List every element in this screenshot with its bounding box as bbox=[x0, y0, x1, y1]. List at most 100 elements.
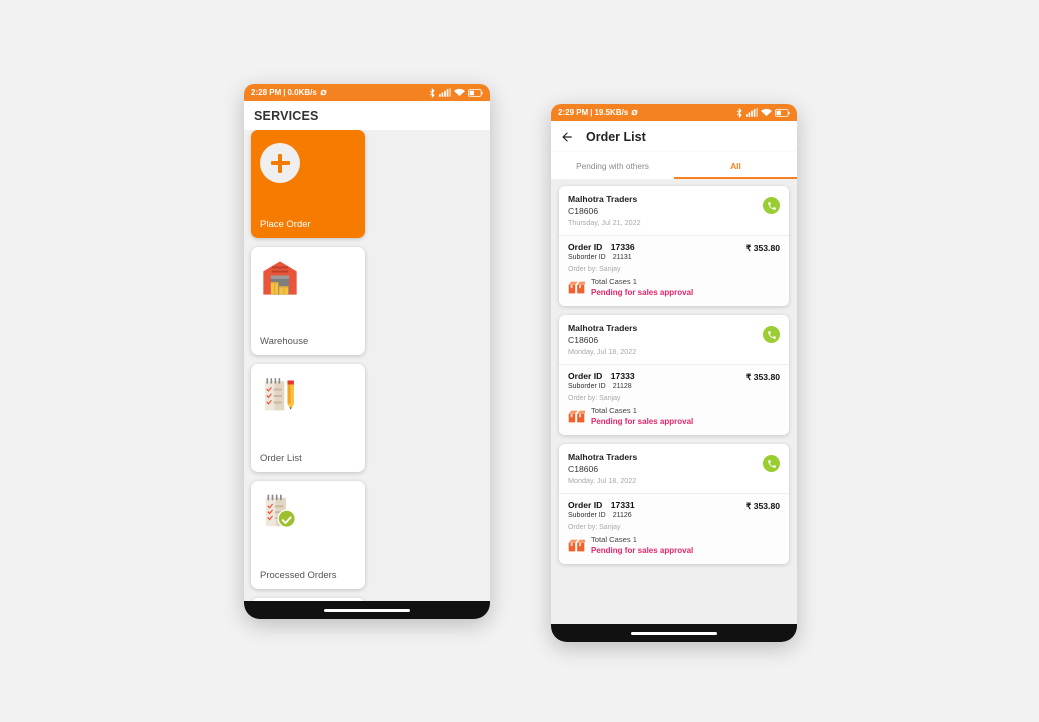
order-date: Monday, Jul 18, 2022 bbox=[568, 476, 637, 485]
order-card[interactable]: Malhotra Traders C18606 Thursday, Jul 21… bbox=[559, 186, 789, 306]
tile-label-warehouse: Warehouse bbox=[260, 335, 309, 347]
tab-label: Pending with others bbox=[576, 160, 649, 171]
order-id-line: Order ID 17331 bbox=[568, 500, 635, 510]
order-ids: Order ID 17336 Suborder ID 21131 bbox=[568, 242, 635, 261]
status-time: 2:29 PM bbox=[558, 108, 589, 117]
tile-processed-orders[interactable]: Processed Orders bbox=[251, 481, 365, 589]
bluetooth-icon bbox=[736, 107, 742, 118]
phone-call-icon[interactable] bbox=[763, 197, 780, 214]
phone-call-icon[interactable] bbox=[763, 455, 780, 472]
total-cases: Total Cases 1 bbox=[591, 277, 638, 286]
order-by-line: Order by: Sanjay bbox=[568, 266, 780, 273]
battery-icon bbox=[468, 88, 483, 97]
order-id-row: Order ID 17336 Suborder ID 21131 ₹ 353.8… bbox=[568, 242, 780, 261]
order-id-row: Order ID 17331 Suborder ID 21126 ₹ 353.8… bbox=[568, 500, 780, 519]
order-card[interactable]: Malhotra Traders C18606 Monday, Jul 18, … bbox=[559, 315, 789, 435]
order-by-value: Sanjay bbox=[599, 524, 621, 531]
customer-code: C18606 bbox=[568, 335, 599, 345]
cases-boxes-icon bbox=[568, 539, 585, 552]
customer-name: Malhotra Traders bbox=[568, 194, 638, 204]
phone-call-icon[interactable] bbox=[763, 326, 780, 343]
back-arrow-icon[interactable] bbox=[560, 130, 574, 144]
status-badge: Pending for sales approval bbox=[591, 546, 694, 555]
sync-icon bbox=[631, 109, 638, 116]
customer-code: C18606 bbox=[568, 464, 599, 474]
tab-all[interactable]: All bbox=[674, 152, 797, 179]
cases-status-row: Total Cases 1 Pending for sales approval bbox=[568, 406, 780, 427]
home-indicator[interactable] bbox=[631, 631, 717, 635]
phone-mockup-order-list: 2:29 PM | 19.5KB/s Order List Pending wi… bbox=[551, 104, 797, 642]
phone-call-glyph bbox=[767, 330, 776, 339]
customer-name: Malhotra Traders bbox=[568, 452, 638, 462]
order-ids: Order ID 17333 Suborder ID 21128 bbox=[568, 371, 635, 390]
order-id-row: Order ID 17333 Suborder ID 21128 ₹ 353.8… bbox=[568, 371, 780, 390]
customer-info: Malhotra Traders C18606 Thursday, Jul 21… bbox=[568, 193, 641, 228]
wifi-icon bbox=[761, 108, 772, 117]
navigation-bar-left bbox=[244, 601, 490, 619]
status-badge: Pending for sales approval bbox=[591, 288, 694, 297]
plus-circle-icon-wrap bbox=[260, 141, 356, 193]
total-cases: Total Cases 1 bbox=[591, 535, 638, 544]
phone-call-glyph bbox=[767, 201, 776, 210]
suborder-id-line: Suborder ID 21131 bbox=[568, 254, 635, 261]
navigation-bar-right bbox=[551, 624, 797, 642]
tile-order-list[interactable]: Order List bbox=[251, 364, 365, 472]
cases-boxes-icon bbox=[568, 281, 585, 294]
status-bar-right-icons bbox=[736, 107, 790, 118]
tile-pending-for-my-approval[interactable]: Pending For My Approval bbox=[251, 598, 365, 601]
suborder-id-value: 21131 bbox=[612, 254, 632, 261]
order-ids: Order ID 17331 Suborder ID 21126 bbox=[568, 500, 635, 519]
order-by-label: Order by: bbox=[568, 395, 598, 402]
order-id-label: Order ID bbox=[568, 371, 603, 381]
order-card-header: Malhotra Traders C18606 Thursday, Jul 21… bbox=[559, 186, 789, 236]
tile-label-order-list: Order List bbox=[260, 452, 302, 464]
cases-status-row: Total Cases 1 Pending for sales approval bbox=[568, 277, 780, 298]
home-indicator[interactable] bbox=[324, 608, 410, 612]
order-id-label: Order ID bbox=[568, 500, 603, 510]
cases-status-row: Total Cases 1 Pending for sales approval bbox=[568, 535, 780, 556]
status-separator: | bbox=[283, 88, 286, 97]
order-cards-list[interactable]: Malhotra Traders C18606 Thursday, Jul 21… bbox=[551, 179, 797, 624]
warehouse-icon-wrap bbox=[260, 258, 356, 310]
suborder-id-label: Suborder ID bbox=[568, 512, 606, 519]
page-title: SERVICES bbox=[244, 101, 490, 130]
notepad-check-icon-wrap bbox=[260, 492, 356, 544]
plus-circle-icon bbox=[260, 143, 300, 183]
services-tiles-area: Place Order Warehouse Order List Process… bbox=[244, 130, 490, 601]
notepad-pencil-icon-wrap bbox=[260, 375, 356, 427]
order-card-body: Order ID 17333 Suborder ID 21128 ₹ 353.8… bbox=[559, 365, 789, 435]
order-card-header: Malhotra Traders C18606 Monday, Jul 18, … bbox=[559, 315, 789, 365]
services-tiles-grid: Place Order Warehouse Order List Process… bbox=[251, 130, 483, 601]
order-id-value: 17336 bbox=[610, 242, 635, 252]
suborder-id-label: Suborder ID bbox=[568, 383, 606, 390]
tab-pending-with-others[interactable]: Pending with others bbox=[551, 152, 674, 179]
order-by-value: Sanjay bbox=[599, 266, 621, 273]
order-amount: ₹ 353.80 bbox=[745, 243, 780, 253]
order-by-value: Sanjay bbox=[599, 395, 621, 402]
order-id-value: 17331 bbox=[610, 500, 635, 510]
phone-mockup-services: 2:28 PM | 0.0KB/s SERVICES Place Order W… bbox=[244, 84, 490, 619]
plus-vertical-bar bbox=[278, 153, 282, 173]
notepad-pencil-icon bbox=[264, 378, 294, 411]
tile-place-order[interactable]: Place Order bbox=[251, 130, 365, 238]
customer-info: Malhotra Traders C18606 Monday, Jul 18, … bbox=[568, 322, 637, 357]
notepad-check-icon bbox=[265, 494, 296, 528]
status-time: 2:28 PM bbox=[251, 88, 282, 97]
tile-warehouse[interactable]: Warehouse bbox=[251, 247, 365, 355]
app-bar-title: Order List bbox=[586, 129, 646, 144]
order-date: Thursday, Jul 21, 2022 bbox=[568, 218, 641, 227]
order-amount: ₹ 353.80 bbox=[745, 372, 780, 382]
status-bar-right: 2:29 PM | 19.5KB/s bbox=[551, 104, 797, 121]
tile-label-processed-orders: Processed Orders bbox=[260, 569, 337, 581]
suborder-id-label: Suborder ID bbox=[568, 254, 606, 261]
order-id-line: Order ID 17336 bbox=[568, 242, 635, 252]
signal-icon bbox=[746, 108, 758, 117]
order-card[interactable]: Malhotra Traders C18606 Monday, Jul 18, … bbox=[559, 444, 789, 564]
customer-name: Malhotra Traders bbox=[568, 323, 638, 333]
order-by-line: Order by: Sanjay bbox=[568, 524, 780, 531]
status-badge: Pending for sales approval bbox=[591, 417, 694, 426]
suborder-id-value: 21126 bbox=[612, 512, 632, 519]
order-by-line: Order by: Sanjay bbox=[568, 395, 780, 402]
tab-label: All bbox=[730, 160, 741, 171]
tile-label-place-order: Place Order bbox=[260, 218, 311, 230]
